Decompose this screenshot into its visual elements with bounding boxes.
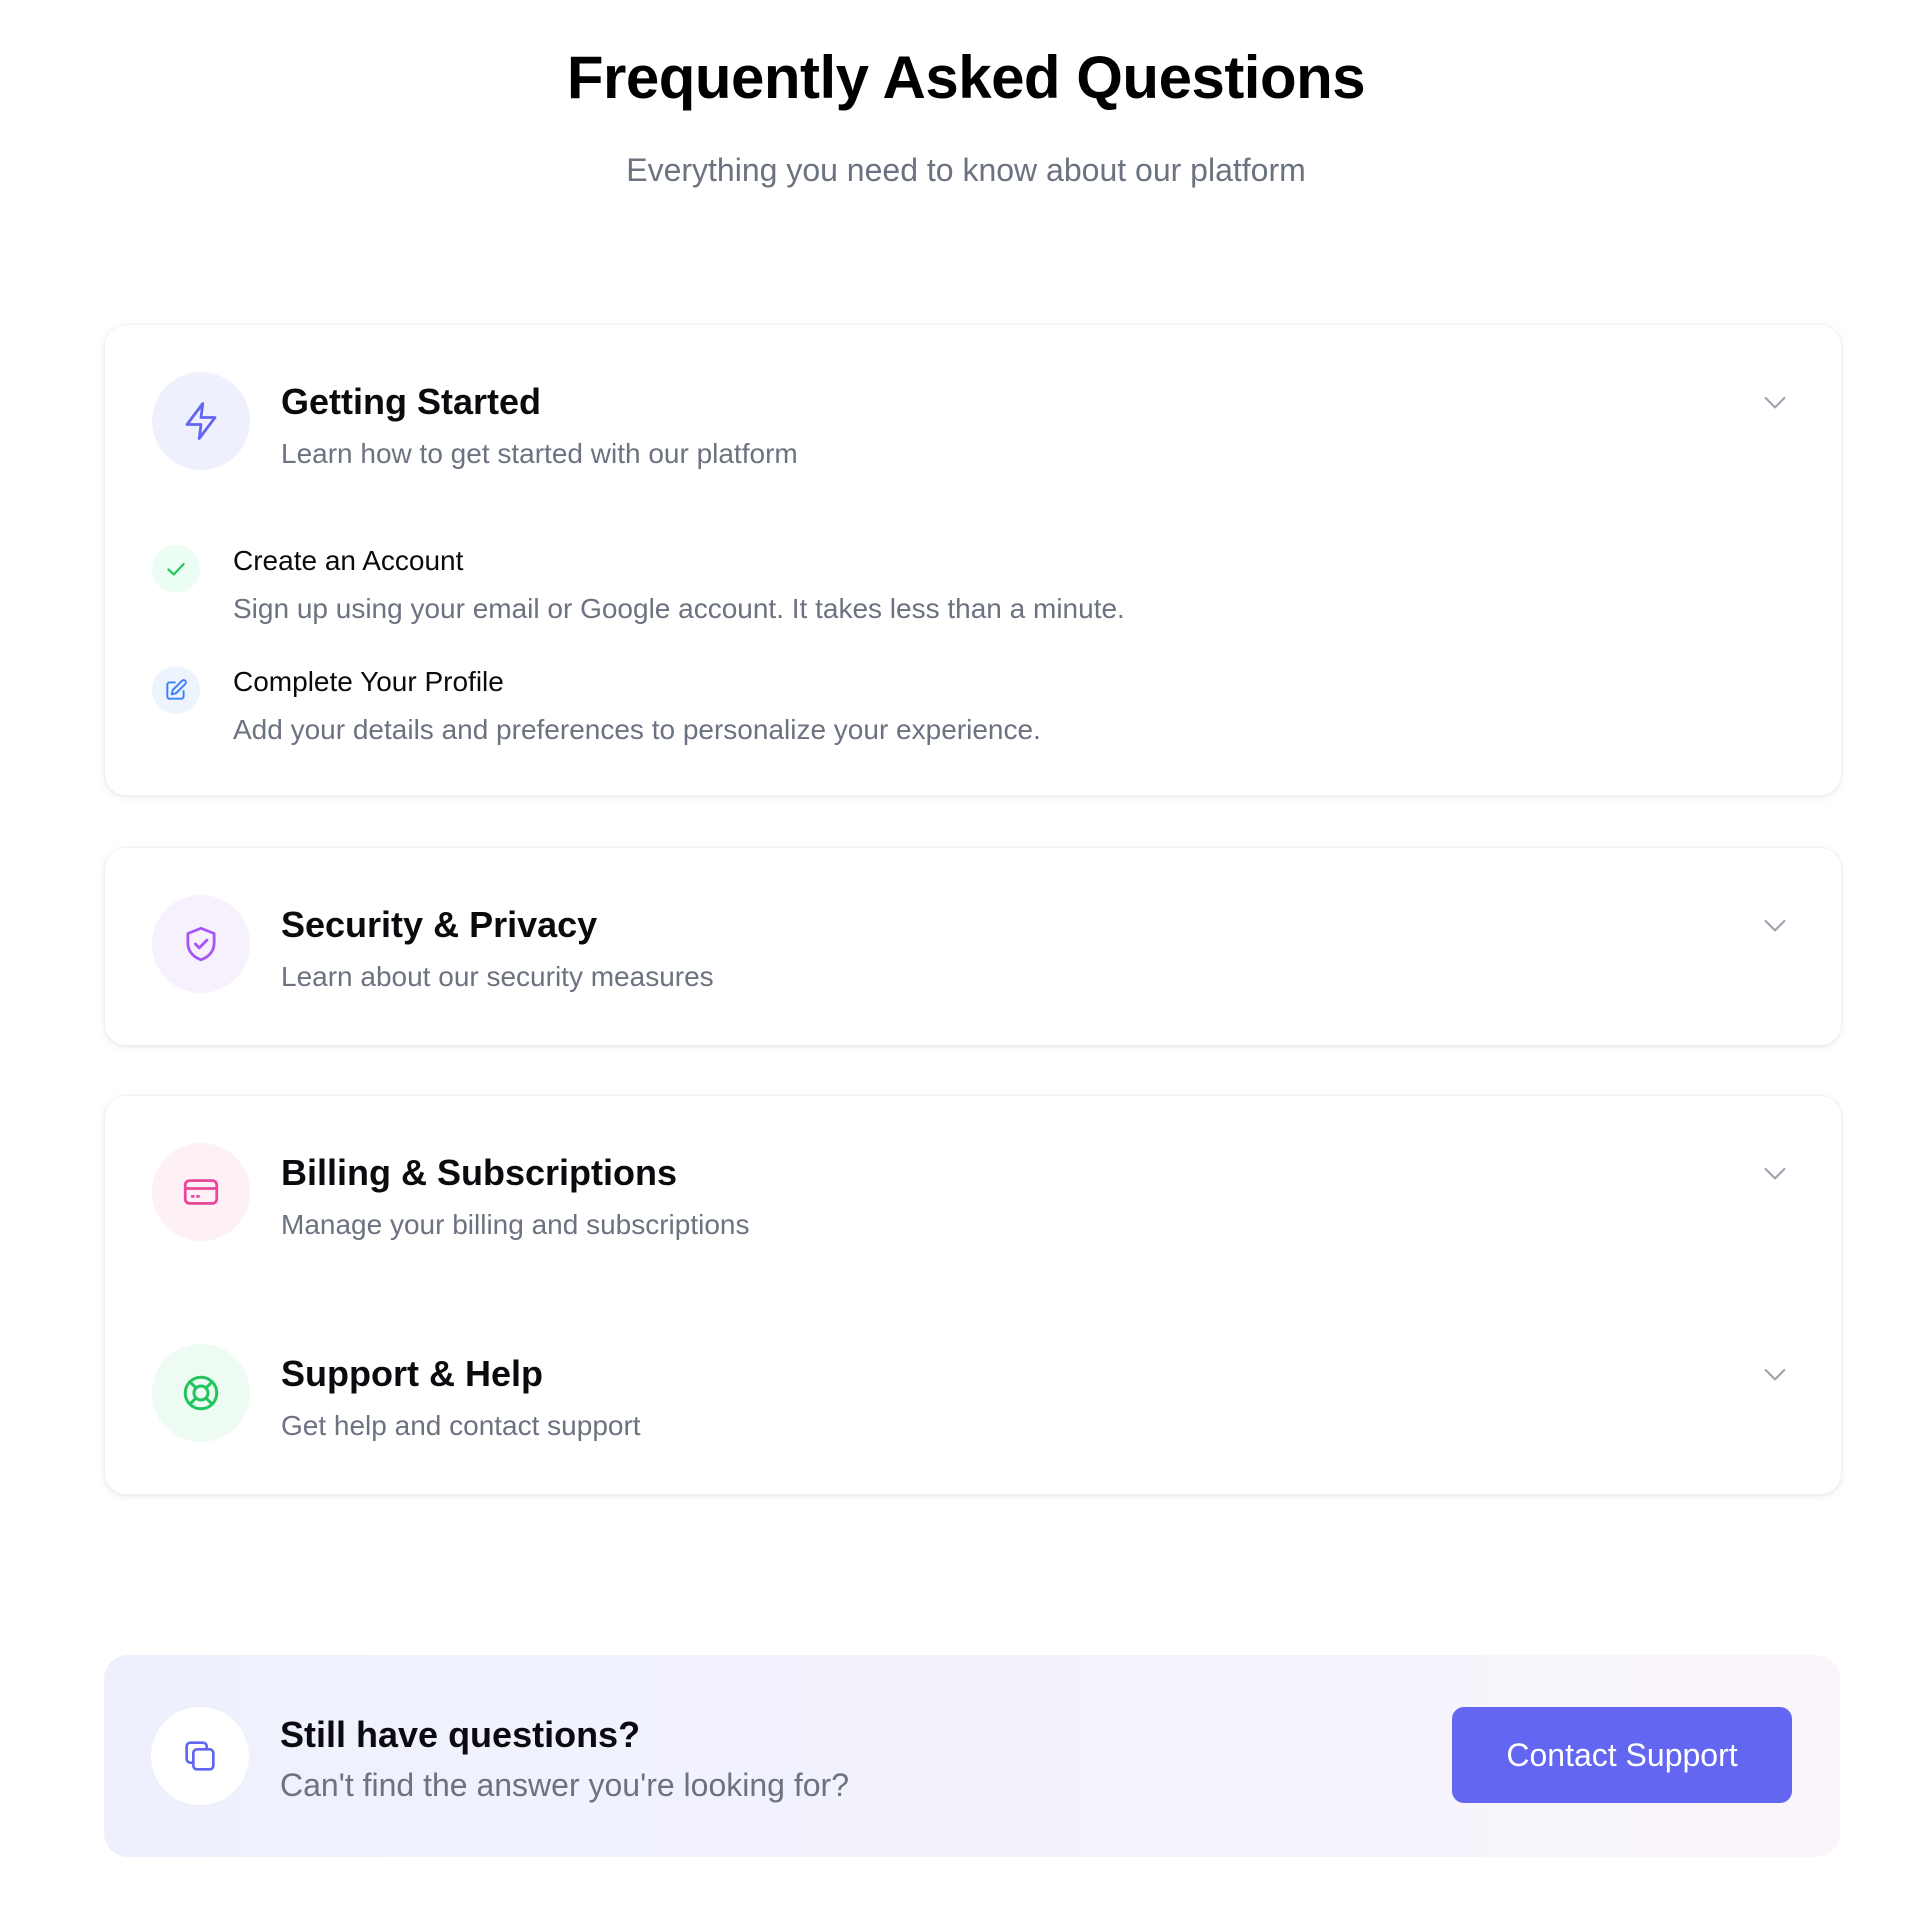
chevron-down-icon[interactable] [1757, 384, 1793, 420]
section-description: Learn how to get started with our platfo… [281, 438, 798, 469]
contact-support-banner: Still have questions? Can't find the ans… [104, 1655, 1840, 1857]
faq-page: Frequently Asked Questions Everything yo… [0, 0, 1932, 1914]
page-title: Frequently Asked Questions [566, 44, 1366, 111]
chevron-down-icon[interactable] [1757, 1356, 1793, 1392]
section-description: Get help and contact support [281, 1410, 641, 1441]
lightning-icon [152, 372, 250, 470]
copy-icon [151, 1707, 249, 1805]
section-description: Manage your billing and subscriptions [281, 1209, 750, 1240]
contact-support-button[interactable]: Contact Support [1452, 1707, 1792, 1803]
cta-title: Still have questions? [280, 1714, 641, 1755]
section-header-getting-started[interactable]: Getting Started Learn how to get started… [105, 372, 1841, 512]
lifebuoy-icon [152, 1344, 250, 1442]
section-description: Learn about our security measures [281, 961, 714, 992]
section-title: Security & Privacy [281, 904, 598, 945]
edit-icon [152, 666, 200, 714]
section-header-support-help[interactable]: Support & Help Get help and contact supp… [105, 1344, 1841, 1484]
section-header-billing-subscriptions[interactable]: Billing & Subscriptions Manage your bill… [105, 1143, 1841, 1283]
faq-item-title: Complete Your Profile [233, 666, 504, 697]
faq-card-security-privacy: Security & Privacy Learn about our secur… [104, 847, 1842, 1046]
section-header-security-privacy[interactable]: Security & Privacy Learn about our secur… [105, 895, 1841, 1035]
shield-check-icon [152, 895, 250, 993]
section-title: Billing & Subscriptions [281, 1152, 678, 1193]
faq-item-create-account[interactable]: Create an Account Sign up using your ema… [105, 543, 1841, 643]
faq-item-title: Create an Account [233, 545, 464, 576]
page-subtitle: Everything you need to know about our pl… [626, 152, 1306, 188]
chevron-down-icon[interactable] [1757, 1155, 1793, 1191]
faq-card-getting-started: Getting Started Learn how to get started… [104, 324, 1842, 796]
faq-item-complete-profile[interactable]: Complete Your Profile Add your details a… [105, 664, 1841, 764]
faq-item-description: Sign up using your email or Google accou… [233, 593, 1125, 624]
credit-card-icon [152, 1143, 250, 1241]
faq-card-billing-support: Billing & Subscriptions Manage your bill… [104, 1095, 1842, 1495]
cta-description: Can't find the answer you're looking for… [280, 1767, 849, 1803]
chevron-down-icon[interactable] [1757, 907, 1793, 943]
section-title: Getting Started [281, 381, 542, 422]
check-icon [152, 545, 200, 593]
section-title: Support & Help [281, 1353, 543, 1394]
faq-item-description: Add your details and preferences to pers… [233, 714, 1041, 745]
